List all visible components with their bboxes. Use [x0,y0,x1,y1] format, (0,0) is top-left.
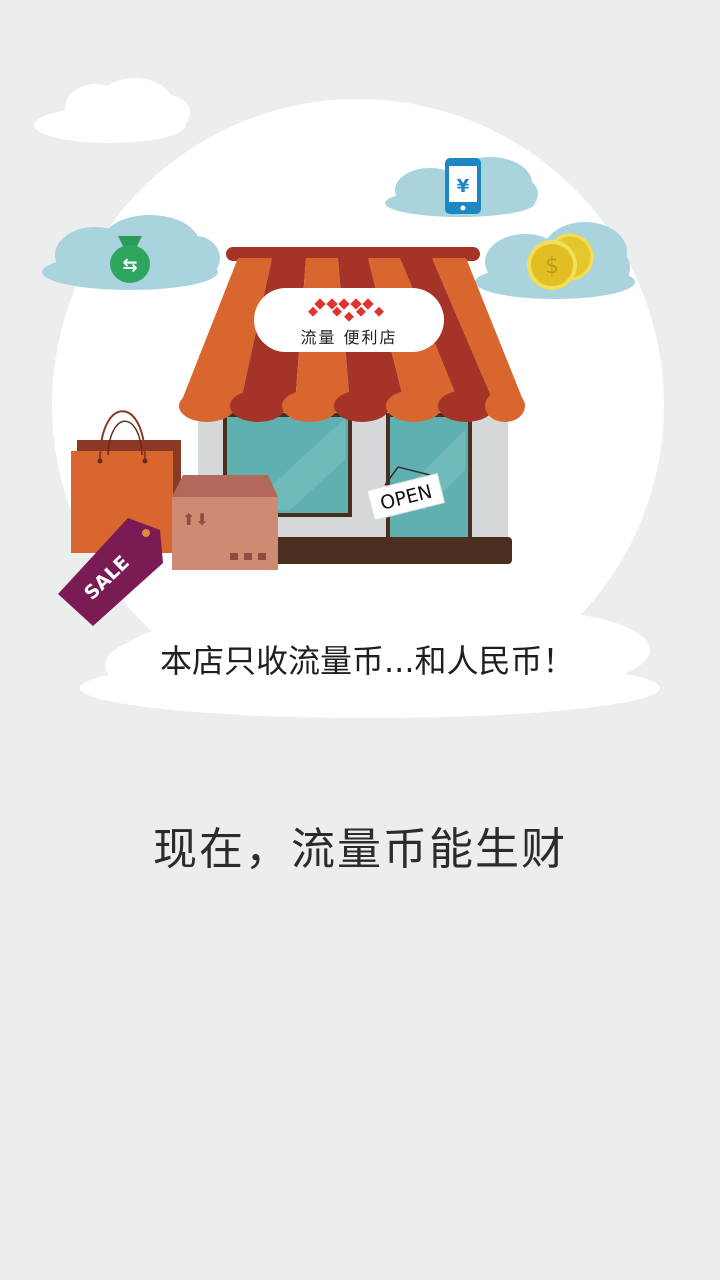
store-sign: 流量 便利店 [254,288,444,352]
store-slogan: 本店只收流量币...和人民币！ [160,642,575,680]
white-cloud [34,78,190,143]
phone-yen-symbol: ¥ [457,176,470,197]
mobile-yen-icon: ¥ [445,158,481,214]
money-bag-symbol: ⇆ [122,255,137,276]
store-sign-text: 流量 便利店 [300,328,397,347]
parcel-box-icon: ⬆⬇ [172,475,278,570]
coin-symbol: $ [545,254,559,279]
intro-tagline: 现在，流量币能生财 [153,824,567,875]
box-arrows: ⬆⬇ [182,510,209,529]
